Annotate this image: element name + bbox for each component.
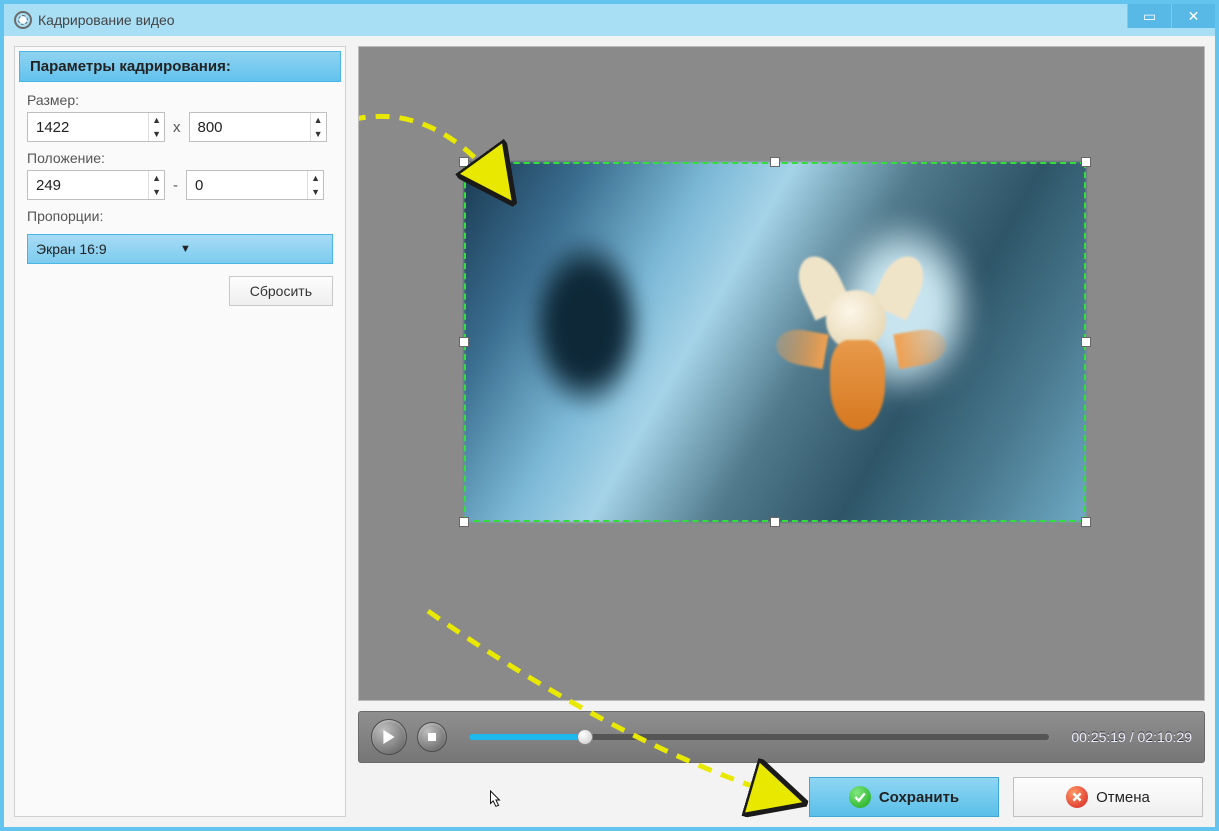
crop-handle-ml[interactable] bbox=[459, 337, 469, 347]
position-separator: - bbox=[173, 177, 178, 194]
width-input[interactable] bbox=[28, 119, 148, 136]
crop-window: Кадрирование видео ▭ ✕ Параметры кадриро… bbox=[0, 0, 1219, 831]
pos-y-up[interactable]: ▲ bbox=[308, 171, 323, 185]
width-spinbox[interactable]: ▲▼ bbox=[27, 112, 165, 142]
position-x-spinbox[interactable]: ▲▼ bbox=[27, 170, 165, 200]
crop-handle-tr[interactable] bbox=[1081, 157, 1091, 167]
pos-y-down[interactable]: ▼ bbox=[308, 185, 323, 199]
save-label: Сохранить bbox=[879, 789, 959, 806]
right-panel: 00:25:19 / 02:10:29 Сохранить Отмена bbox=[358, 46, 1205, 817]
position-y-spinbox[interactable]: ▲▼ bbox=[186, 170, 324, 200]
position-x-input[interactable] bbox=[28, 177, 148, 194]
crop-frame[interactable] bbox=[464, 162, 1086, 522]
close-button[interactable]: ✕ bbox=[1171, 4, 1215, 28]
height-down[interactable]: ▼ bbox=[311, 127, 326, 141]
crop-handle-bc[interactable] bbox=[770, 517, 780, 527]
seek-thumb[interactable] bbox=[577, 729, 593, 745]
time-current: 00:25:19 bbox=[1071, 729, 1126, 745]
cancel-label: Отмена bbox=[1096, 789, 1150, 806]
size-label: Размер: bbox=[27, 92, 333, 108]
height-spinbox[interactable]: ▲▼ bbox=[189, 112, 327, 142]
width-up[interactable]: ▲ bbox=[149, 113, 164, 127]
maximize-button[interactable]: ▭ bbox=[1127, 4, 1171, 28]
check-icon bbox=[849, 786, 871, 808]
content-area: Параметры кадрирования: Размер: ▲▼ x ▲▼ bbox=[4, 36, 1215, 827]
footer-buttons: Сохранить Отмена bbox=[358, 773, 1205, 817]
crop-handle-bl[interactable] bbox=[459, 517, 469, 527]
close-icon bbox=[1066, 786, 1088, 808]
chevron-down-icon: ▼ bbox=[180, 243, 324, 255]
position-label: Положение: bbox=[27, 150, 333, 166]
size-separator: x bbox=[173, 119, 181, 136]
cancel-button[interactable]: Отмена bbox=[1013, 777, 1203, 817]
reset-button[interactable]: Сбросить bbox=[229, 276, 333, 306]
video-preview bbox=[358, 46, 1205, 701]
ratio-value: Экран 16:9 bbox=[36, 241, 180, 257]
crop-handle-br[interactable] bbox=[1081, 517, 1091, 527]
crop-handle-tc[interactable] bbox=[770, 157, 780, 167]
width-down[interactable]: ▼ bbox=[149, 127, 164, 141]
ratio-label: Пропорции: bbox=[27, 208, 333, 224]
app-icon bbox=[14, 11, 32, 29]
play-button[interactable] bbox=[371, 719, 407, 755]
window-title: Кадрирование видео bbox=[38, 12, 175, 28]
video-thumbnail bbox=[464, 162, 1086, 522]
seek-bar[interactable] bbox=[469, 734, 1049, 740]
settings-sidebar: Параметры кадрирования: Размер: ▲▼ x ▲▼ bbox=[14, 46, 346, 817]
playback-bar: 00:25:19 / 02:10:29 bbox=[358, 711, 1205, 763]
title-bar: Кадрирование видео ▭ ✕ bbox=[4, 4, 1215, 36]
settings-header: Параметры кадрирования: bbox=[19, 51, 341, 82]
height-up[interactable]: ▲ bbox=[311, 113, 326, 127]
seek-fill bbox=[469, 734, 585, 740]
save-button[interactable]: Сохранить bbox=[809, 777, 999, 817]
window-controls: ▭ ✕ bbox=[1127, 4, 1215, 28]
height-input[interactable] bbox=[190, 119, 310, 136]
pos-x-down[interactable]: ▼ bbox=[149, 185, 164, 199]
cursor-icon bbox=[486, 789, 504, 811]
ratio-dropdown[interactable]: Экран 16:9 ▼ bbox=[27, 234, 333, 264]
pos-x-up[interactable]: ▲ bbox=[149, 171, 164, 185]
crop-handle-tl[interactable] bbox=[459, 157, 469, 167]
crop-handle-mr[interactable] bbox=[1081, 337, 1091, 347]
position-y-input[interactable] bbox=[187, 177, 307, 194]
time-display: 00:25:19 / 02:10:29 bbox=[1071, 729, 1192, 745]
stop-button[interactable] bbox=[417, 722, 447, 752]
time-total: 02:10:29 bbox=[1138, 729, 1193, 745]
